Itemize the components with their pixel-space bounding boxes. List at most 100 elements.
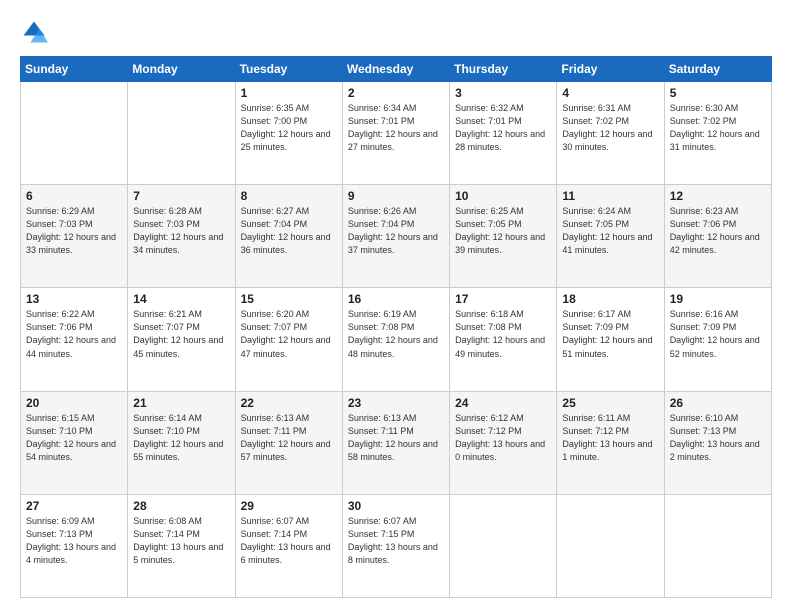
day-number: 11 [562,189,658,203]
calendar-cell [128,82,235,185]
day-number: 26 [670,396,766,410]
day-number: 8 [241,189,337,203]
calendar-cell: 3 Sunrise: 6:32 AM Sunset: 7:01 PM Daylig… [450,82,557,185]
calendar-cell: 4Sunrise: 6:31 AM Sunset: 7:02 PM Daylig… [557,82,664,185]
calendar-page: SundayMondayTuesdayWednesdayThursdayFrid… [0,0,792,612]
weekday-header-row: SundayMondayTuesdayWednesdayThursdayFrid… [21,57,772,82]
week-row-3: 20 Sunrise: 6:15 AM Sunset: 7:10 PM Dayli… [21,391,772,494]
day-info: Sunrise: 6:13 AM Sunset: 7:11 PM Dayligh… [241,412,337,464]
day-number: 3 [455,86,551,100]
calendar-table: SundayMondayTuesdayWednesdayThursdayFrid… [20,56,772,598]
day-info: Sunrise: 6:13 AM Sunset: 7:11 PM Dayligh… [348,412,444,464]
day-number: 10 [455,189,551,203]
day-number: 20 [26,396,122,410]
day-number: 5 [670,86,766,100]
day-number: 27 [26,499,122,513]
day-info: Sunrise: 6:12 AM Sunset: 7:12 PM Dayligh… [455,412,551,464]
weekday-header-sunday: Sunday [21,57,128,82]
day-number: 15 [241,292,337,306]
calendar-cell: 5 Sunrise: 6:30 AM Sunset: 7:02 PM Daylig… [664,82,771,185]
header [20,18,772,46]
day-number: 28 [133,499,229,513]
calendar-cell: 15 Sunrise: 6:20 AM Sunset: 7:07 PM Dayli… [235,288,342,391]
calendar-cell: 30Sunrise: 6:07 AM Sunset: 7:15 PM Dayli… [342,494,449,597]
calendar-cell: 12 Sunrise: 6:23 AM Sunset: 7:06 PM Dayli… [664,185,771,288]
day-number: 7 [133,189,229,203]
day-info: Sunrise: 6:26 AM Sunset: 7:04 PM Dayligh… [348,205,444,257]
week-row-2: 13Sunrise: 6:22 AM Sunset: 7:06 PM Dayli… [21,288,772,391]
day-info: Sunrise: 6:32 AM Sunset: 7:01 PM Dayligh… [455,102,551,154]
weekday-header-saturday: Saturday [664,57,771,82]
day-info: Sunrise: 6:29 AM Sunset: 7:03 PM Dayligh… [26,205,122,257]
day-info: Sunrise: 6:18 AM Sunset: 7:08 PM Dayligh… [455,308,551,360]
day-info: Sunrise: 6:20 AM Sunset: 7:07 PM Dayligh… [241,308,337,360]
day-info: Sunrise: 6:08 AM Sunset: 7:14 PM Dayligh… [133,515,229,567]
day-number: 18 [562,292,658,306]
calendar-cell: 2 Sunrise: 6:34 AM Sunset: 7:01 PM Daylig… [342,82,449,185]
calendar-cell: 16 Sunrise: 6:19 AM Sunset: 7:08 PM Dayli… [342,288,449,391]
day-info: Sunrise: 6:31 AM Sunset: 7:02 PM Dayligh… [562,102,658,154]
day-number: 21 [133,396,229,410]
day-number: 22 [241,396,337,410]
day-number: 25 [562,396,658,410]
day-info: Sunrise: 6:25 AM Sunset: 7:05 PM Dayligh… [455,205,551,257]
day-info: Sunrise: 6:22 AM Sunset: 7:06 PM Dayligh… [26,308,122,360]
day-info: Sunrise: 6:28 AM Sunset: 7:03 PM Dayligh… [133,205,229,257]
weekday-header-friday: Friday [557,57,664,82]
day-info: Sunrise: 6:34 AM Sunset: 7:01 PM Dayligh… [348,102,444,154]
calendar-cell: 25 Sunrise: 6:11 AM Sunset: 7:12 PM Dayli… [557,391,664,494]
week-row-4: 27Sunrise: 6:09 AM Sunset: 7:13 PM Dayli… [21,494,772,597]
calendar-cell [450,494,557,597]
day-number: 12 [670,189,766,203]
day-number: 19 [670,292,766,306]
calendar-cell: 6 Sunrise: 6:29 AM Sunset: 7:03 PM Daylig… [21,185,128,288]
calendar-cell [557,494,664,597]
calendar-cell: 18 Sunrise: 6:17 AM Sunset: 7:09 PM Dayli… [557,288,664,391]
weekday-header-wednesday: Wednesday [342,57,449,82]
weekday-header-monday: Monday [128,57,235,82]
logo-icon [20,18,48,46]
calendar-cell: 1 Sunrise: 6:35 AM Sunset: 7:00 PM Daylig… [235,82,342,185]
calendar-cell: 28 Sunrise: 6:08 AM Sunset: 7:14 PM Dayli… [128,494,235,597]
calendar-cell: 17 Sunrise: 6:18 AM Sunset: 7:08 PM Dayli… [450,288,557,391]
calendar-cell [21,82,128,185]
day-info: Sunrise: 6:11 AM Sunset: 7:12 PM Dayligh… [562,412,658,464]
day-number: 6 [26,189,122,203]
calendar-cell: 21 Sunrise: 6:14 AM Sunset: 7:10 PM Dayli… [128,391,235,494]
calendar-cell: 7 Sunrise: 6:28 AM Sunset: 7:03 PM Daylig… [128,185,235,288]
calendar-cell: 13Sunrise: 6:22 AM Sunset: 7:06 PM Dayli… [21,288,128,391]
calendar-cell: 23 Sunrise: 6:13 AM Sunset: 7:11 PM Dayli… [342,391,449,494]
day-info: Sunrise: 6:24 AM Sunset: 7:05 PM Dayligh… [562,205,658,257]
day-number: 23 [348,396,444,410]
day-number: 17 [455,292,551,306]
weekday-header-tuesday: Tuesday [235,57,342,82]
day-info: Sunrise: 6:23 AM Sunset: 7:06 PM Dayligh… [670,205,766,257]
day-info: Sunrise: 6:35 AM Sunset: 7:00 PM Dayligh… [241,102,337,154]
day-number: 16 [348,292,444,306]
day-info: Sunrise: 6:07 AM Sunset: 7:15 PM Dayligh… [348,515,444,567]
day-number: 1 [241,86,337,100]
calendar-cell: 29Sunrise: 6:07 AM Sunset: 7:14 PM Dayli… [235,494,342,597]
calendar-cell: 27Sunrise: 6:09 AM Sunset: 7:13 PM Dayli… [21,494,128,597]
day-number: 24 [455,396,551,410]
day-info: Sunrise: 6:21 AM Sunset: 7:07 PM Dayligh… [133,308,229,360]
calendar-cell: 9Sunrise: 6:26 AM Sunset: 7:04 PM Daylig… [342,185,449,288]
day-number: 2 [348,86,444,100]
day-info: Sunrise: 6:19 AM Sunset: 7:08 PM Dayligh… [348,308,444,360]
day-info: Sunrise: 6:14 AM Sunset: 7:10 PM Dayligh… [133,412,229,464]
day-info: Sunrise: 6:17 AM Sunset: 7:09 PM Dayligh… [562,308,658,360]
calendar-cell: 19 Sunrise: 6:16 AM Sunset: 7:09 PM Dayli… [664,288,771,391]
calendar-cell: 24 Sunrise: 6:12 AM Sunset: 7:12 PM Dayli… [450,391,557,494]
calendar-cell: 14 Sunrise: 6:21 AM Sunset: 7:07 PM Dayli… [128,288,235,391]
week-row-1: 6 Sunrise: 6:29 AM Sunset: 7:03 PM Daylig… [21,185,772,288]
calendar-cell: 20 Sunrise: 6:15 AM Sunset: 7:10 PM Dayli… [21,391,128,494]
calendar-cell: 26 Sunrise: 6:10 AM Sunset: 7:13 PM Dayli… [664,391,771,494]
day-info: Sunrise: 6:27 AM Sunset: 7:04 PM Dayligh… [241,205,337,257]
calendar-cell: 11 Sunrise: 6:24 AM Sunset: 7:05 PM Dayli… [557,185,664,288]
day-info: Sunrise: 6:15 AM Sunset: 7:10 PM Dayligh… [26,412,122,464]
day-info: Sunrise: 6:10 AM Sunset: 7:13 PM Dayligh… [670,412,766,464]
day-number: 14 [133,292,229,306]
day-info: Sunrise: 6:30 AM Sunset: 7:02 PM Dayligh… [670,102,766,154]
day-info: Sunrise: 6:07 AM Sunset: 7:14 PM Dayligh… [241,515,337,567]
day-info: Sunrise: 6:16 AM Sunset: 7:09 PM Dayligh… [670,308,766,360]
